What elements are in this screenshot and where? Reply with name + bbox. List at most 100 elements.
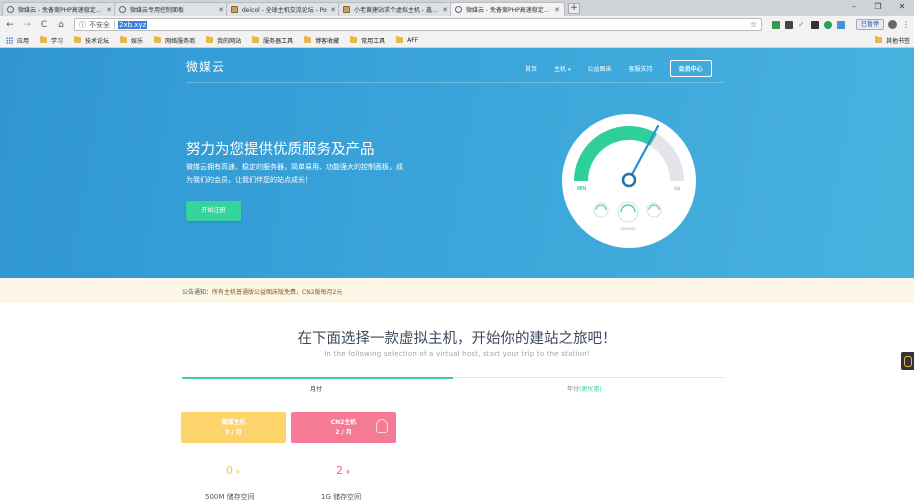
dark-extension-icon[interactable]	[784, 20, 793, 29]
bookmark-folder[interactable]: 技术论坛	[74, 36, 109, 45]
bookmark-folder[interactable]: 学习	[40, 36, 63, 45]
minimize-button[interactable]: –	[842, 0, 866, 14]
nav-divider	[186, 82, 724, 83]
site-favicon-icon	[119, 6, 126, 13]
site-favicon-icon	[7, 6, 14, 13]
bookmark-apps[interactable]: 应用	[6, 36, 29, 45]
browser-tab-4[interactable]: 小老黄建站求个虚拟主机 - 鑫圈V ✕	[338, 2, 453, 16]
home-button[interactable]: ⌂	[55, 20, 67, 30]
url-text[interactable]: 2xb.xyz	[118, 20, 148, 29]
wechat-extension-icon[interactable]	[823, 20, 832, 29]
nav-public-hosting[interactable]: 公益图床	[588, 64, 612, 73]
nav-hosting-label: 主机	[554, 66, 567, 73]
tab-yearly-label: 年付	[567, 386, 580, 393]
image-extension-icon[interactable]	[836, 20, 845, 29]
browser-tab-1[interactable]: 微媒云 - 免备案PHP高速稳定虚拟 ✕	[2, 2, 117, 16]
close-icon[interactable]: ✕	[218, 6, 224, 14]
nav-home[interactable]: 首页	[525, 64, 537, 73]
browser-toolbar: ← → C ⌂ ⓘ 不安全 2xb.xyz ☆ ✓ 已暂停 ⋮	[0, 16, 914, 33]
browser-menu-icon[interactable]: ⋮	[902, 20, 910, 29]
bookmark-label: 网络服务商	[165, 37, 196, 45]
bookmark-folder[interactable]: 博客收藏	[304, 36, 339, 45]
web-page: 微媒云 首页 主机 ▾ 公益图床 客服支持 会员中心 努力为您提供优质服务及产品 …	[0, 48, 914, 500]
bookmark-label: 服务器工具	[263, 37, 294, 45]
bookmark-folder[interactable]: AFF	[396, 36, 419, 44]
maximize-button[interactable]: ❐	[866, 0, 890, 14]
bookmark-label: 博客收藏	[315, 37, 340, 45]
hero-section: 微媒云 首页 主机 ▾ 公益图床 客服支持 会员中心 努力为您提供优质服务及产品 …	[0, 48, 914, 278]
window-controls: – ❐ ✕	[842, 0, 914, 14]
new-tab-button[interactable]: +	[568, 3, 580, 14]
bookmarks-bar: 应用 学习 技术论坛 娱乐 网络服务商 我的网站 服务器工具 博客收藏 常用工具…	[0, 33, 914, 48]
folder-icon	[304, 36, 312, 43]
back-button[interactable]: ←	[4, 20, 16, 30]
price-value: 2	[336, 464, 343, 477]
info-icon[interactable]: ⓘ	[79, 20, 86, 30]
tab-yearly[interactable]: 年付(更优惠)	[567, 384, 602, 393]
browser-tab-3[interactable]: deicol - 全球主机交流论坛 - Po ✕	[226, 2, 341, 16]
browser-tab-5-active[interactable]: 微媒云 - 免备案PHP高速稳定虚拟 ✕	[450, 2, 565, 16]
bookmark-label: 学习	[51, 37, 64, 45]
price-value: 0	[226, 464, 233, 477]
close-icon[interactable]: ✕	[106, 6, 112, 14]
close-window-button[interactable]: ✕	[890, 0, 914, 14]
bookmark-folder[interactable]: 服务器工具	[252, 36, 293, 45]
floating-chat-widget[interactable]	[901, 352, 914, 370]
plan-price: 2 ¥	[336, 464, 350, 477]
paused-sync-button[interactable]: 已暂停	[855, 19, 884, 30]
member-center-button[interactable]: 会员中心	[669, 60, 712, 77]
bookmark-folder[interactable]: 娱乐	[120, 36, 143, 45]
nav-support[interactable]: 客服支持	[629, 64, 653, 73]
bookmark-folder[interactable]: 网络服务商	[154, 36, 195, 45]
forward-button[interactable]: →	[21, 20, 33, 30]
tab-monthly[interactable]: 月付	[310, 384, 322, 393]
bookmark-label: 常用工具	[361, 37, 386, 45]
mask-extension-icon[interactable]	[810, 20, 819, 29]
folder-icon	[206, 36, 214, 43]
close-icon[interactable]: ✕	[330, 6, 336, 14]
bookmark-folder[interactable]: 我的网站	[206, 36, 241, 45]
bookmark-label: AFF	[407, 36, 419, 44]
tab-title: 微媒云 - 免备案PHP高速稳定虚拟	[18, 7, 104, 14]
reload-button[interactable]: C	[38, 20, 50, 30]
announcement-text: 公告通知：所有主机普通版公益图床版免费，CN2版每月2元	[182, 287, 342, 296]
bookmark-label: 应用	[17, 37, 30, 45]
close-icon[interactable]: ✕	[442, 6, 448, 14]
extension-icons: ✓	[771, 20, 850, 29]
plan-card-cn2[interactable]: CN2主机 2 / 月	[291, 412, 396, 443]
site-favicon-icon	[455, 6, 462, 13]
plan-price: 0 ¥	[226, 464, 240, 477]
billing-tabs: 月付 年付(更优惠)	[182, 377, 724, 395]
bookmark-label: 其他书签	[885, 37, 910, 45]
folder-icon	[40, 36, 48, 43]
profile-avatar[interactable]	[888, 20, 897, 29]
site-logo[interactable]: 微媒云	[186, 58, 225, 75]
forum-favicon-icon	[343, 6, 350, 13]
announcement-message[interactable]: 所有主机普通版公益图床版免费，CN2版每月2元	[212, 289, 342, 296]
plan-card-basic[interactable]: 微媒主机 0 / 月	[181, 412, 286, 443]
other-bookmarks[interactable]: 其他书签	[874, 36, 910, 45]
bookmark-star-icon[interactable]: ☆	[750, 20, 757, 29]
active-tab-indicator	[182, 377, 453, 379]
check-extension-icon[interactable]: ✓	[798, 20, 806, 29]
register-button[interactable]: 开始注册	[186, 201, 241, 221]
address-bar[interactable]: ⓘ 不安全 2xb.xyz ☆	[74, 18, 762, 31]
plan-storage: 500M 储存空间	[205, 493, 255, 500]
nav-hosting[interactable]: 主机 ▾	[554, 64, 571, 73]
browser-tab-2[interactable]: 微媒云专用控制面板 ✕	[114, 2, 229, 16]
plan-name: 微媒主机	[221, 419, 246, 426]
plans-section-subtitle: In the following selection of a virtual …	[324, 350, 590, 358]
bookmark-folder[interactable]: 常用工具	[350, 36, 385, 45]
gauge-infinity: ∞	[674, 183, 680, 193]
close-icon[interactable]: ✕	[554, 6, 560, 14]
plan-storage: 1G 储存空间	[321, 493, 362, 500]
mascot-icon	[376, 419, 388, 433]
apps-icon	[6, 36, 13, 44]
tab-title: deicol - 全球主机交流论坛 - Po	[242, 7, 327, 14]
bookmark-label: 娱乐	[131, 37, 144, 45]
tab-title: 微媒云 - 免备案PHP高速稳定虚拟	[466, 7, 552, 14]
price-unit: ¥	[346, 469, 350, 476]
price-unit: ¥	[236, 469, 240, 476]
shield-extension-icon[interactable]	[771, 20, 780, 29]
gauge-min: MIN	[577, 186, 587, 192]
